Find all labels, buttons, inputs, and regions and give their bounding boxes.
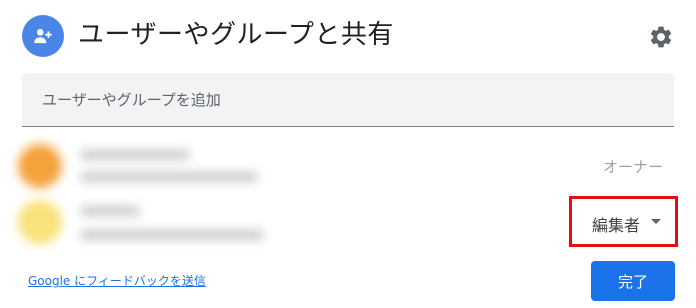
avatar: [18, 144, 62, 188]
gear-icon[interactable]: [648, 24, 674, 50]
avatar: [18, 200, 62, 244]
owner-role-label: オーナー: [603, 158, 664, 176]
role-dropdown-label: 編集者: [592, 216, 641, 235]
done-button[interactable]: 完了: [591, 261, 675, 301]
share-dialog: ユーザーやグループと共有 オーナー 編集者 Google にフィードバックを送信…: [0, 0, 696, 308]
person-add-icon: [22, 15, 64, 57]
caret-down-icon: [651, 219, 661, 224]
person-row-owner: オーナー: [0, 140, 696, 192]
add-people-field[interactable]: [22, 73, 674, 127]
person-name-blurred: [80, 206, 140, 216]
role-dropdown[interactable]: 編集者: [569, 196, 678, 247]
dialog-title: ユーザーやグループと共有: [78, 20, 394, 50]
person-name-blurred: [80, 150, 190, 160]
add-people-input[interactable]: [40, 73, 664, 127]
person-email-blurred: [80, 230, 264, 240]
send-feedback-link[interactable]: Google にフィードバックを送信: [28, 272, 206, 289]
person-email-blurred: [80, 172, 258, 182]
person-row-editor: 編集者: [0, 196, 696, 248]
